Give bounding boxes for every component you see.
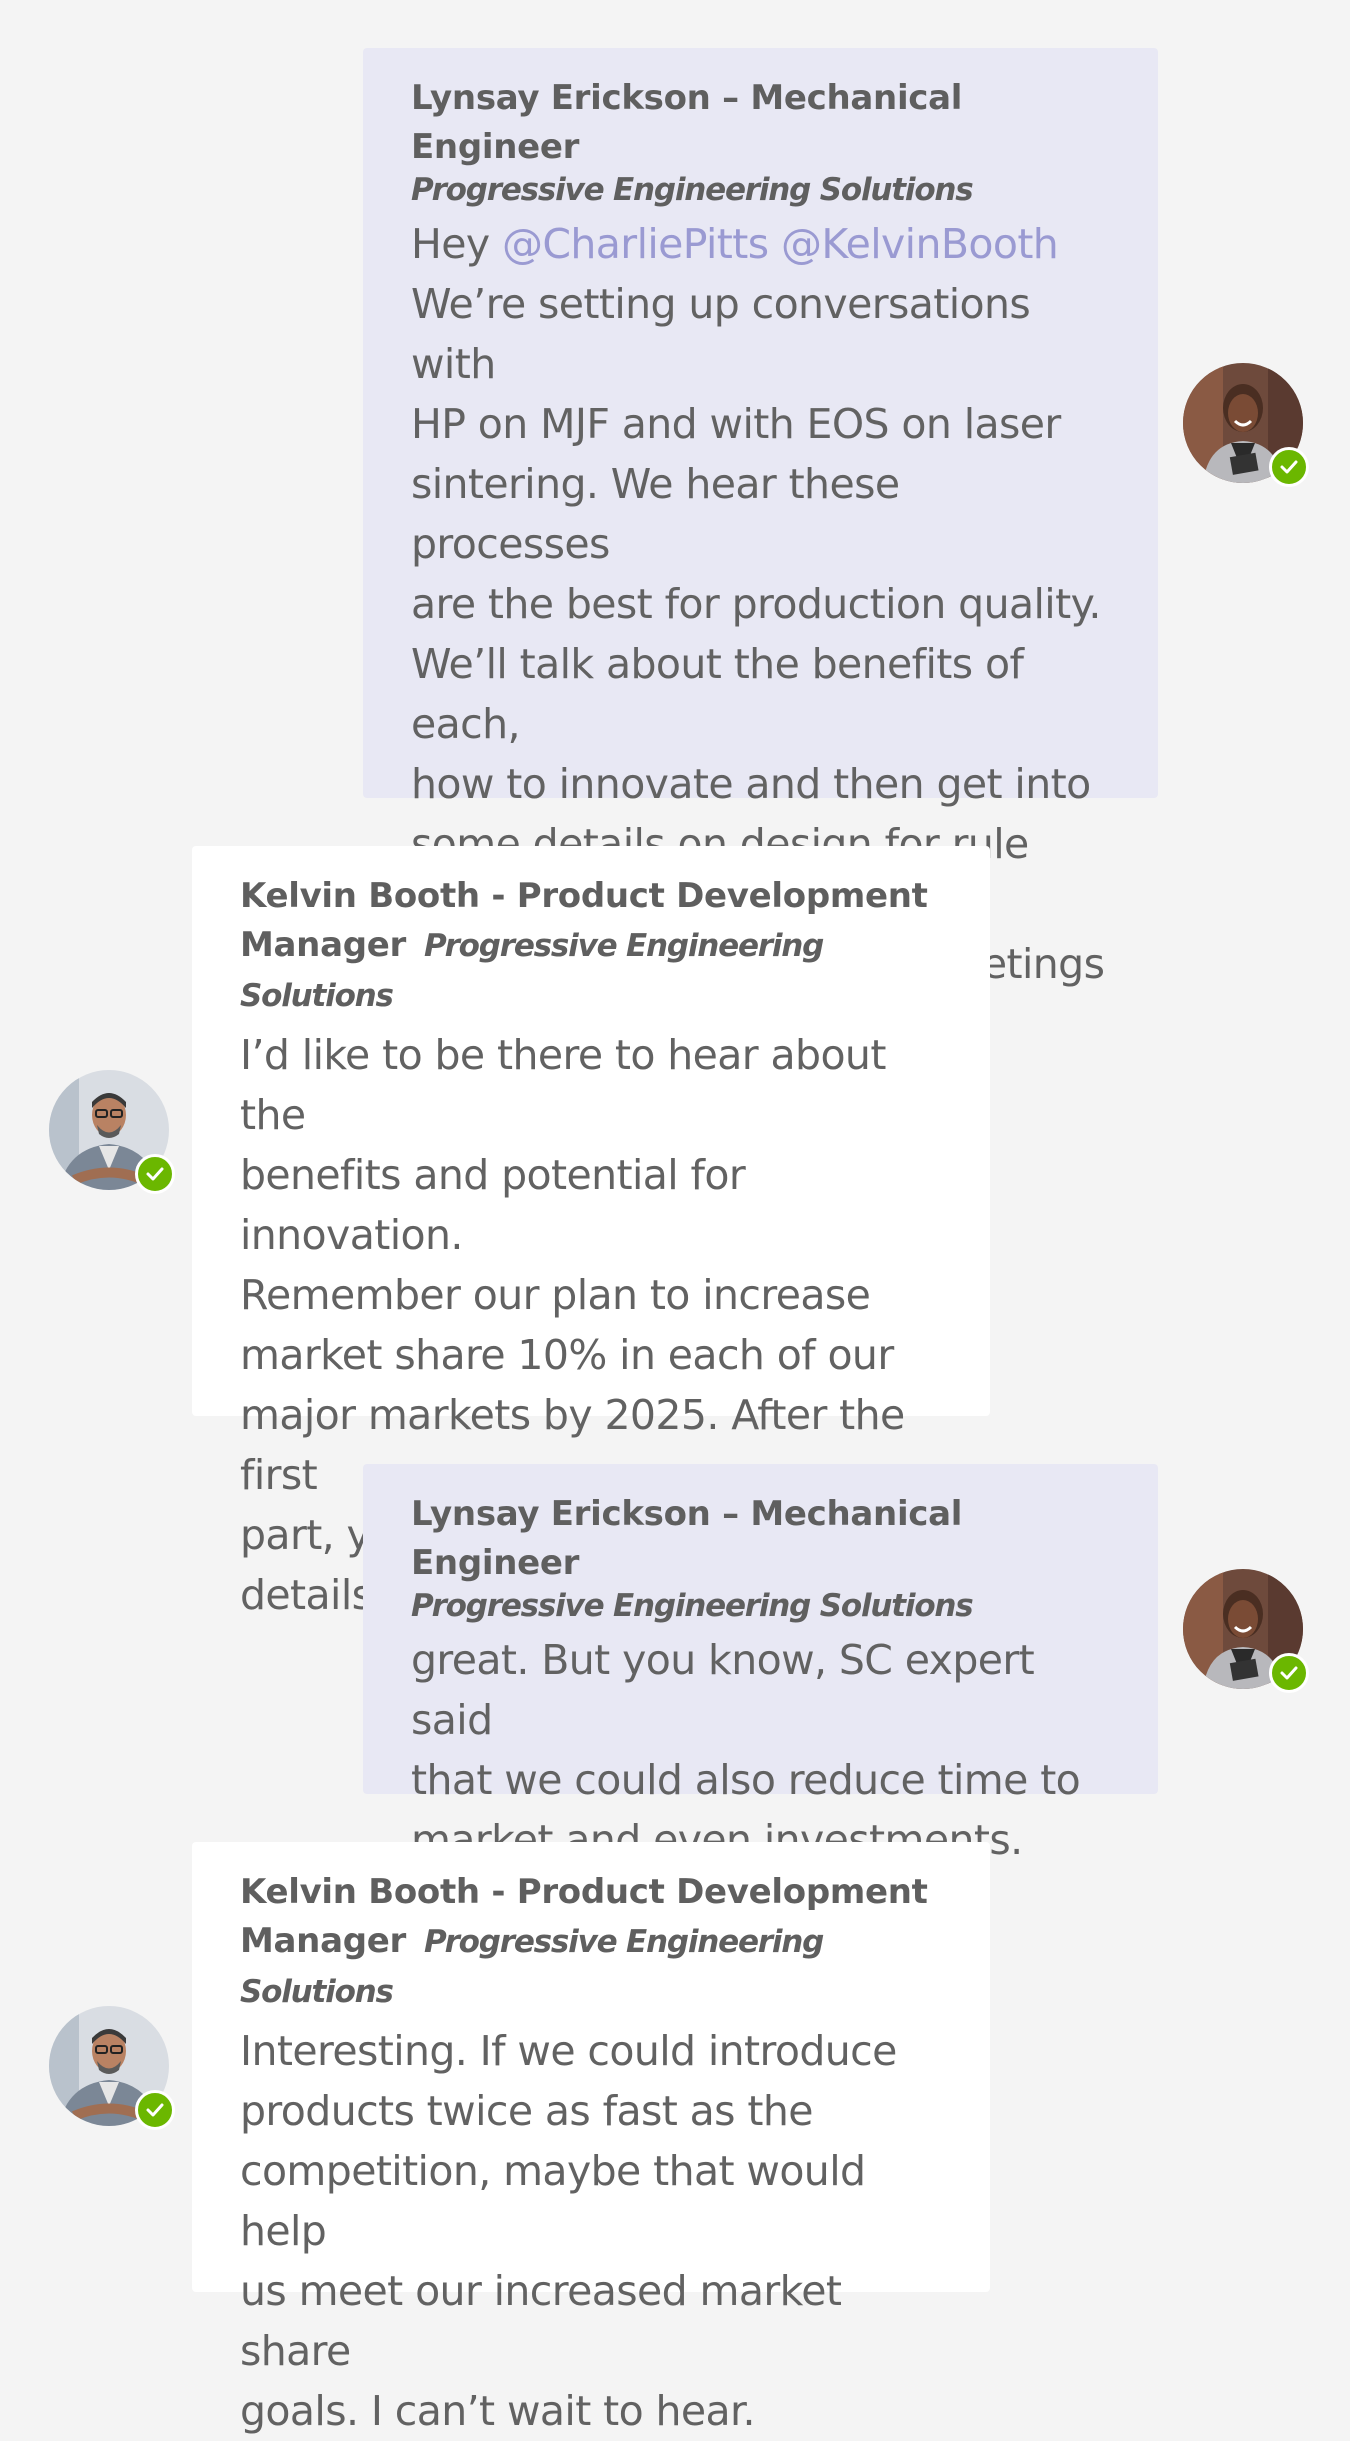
message-text: Interesting. If we could introduce produ…: [240, 2021, 942, 2441]
message-line: HP on MJF and with EOS on laser: [411, 400, 1061, 448]
mention-charlie-pitts[interactable]: @CharliePitts: [502, 220, 769, 268]
message-bubble-lynsay-2[interactable]: Lynsay Erickson – Mechanical Engineer Pr…: [363, 1464, 1158, 1864]
message-line: benefits and potential for innovation.: [240, 1151, 746, 1259]
message-line: competition, maybe that would help: [240, 2147, 866, 2255]
message-text: great. But you know, SC expert said that…: [411, 1630, 1110, 1870]
sender-name-line2: Manager Progressive Engineering Solutions: [240, 925, 824, 1014]
message-line: us meet our increased market share: [240, 2267, 842, 2375]
message-line: how to innovate and then get into: [411, 760, 1091, 808]
message-line: Remember our plan to increase: [240, 1271, 871, 1319]
message-line: We’re setting up conversations with: [411, 280, 1031, 388]
available-check-icon: [1269, 447, 1309, 487]
available-check-icon: [1269, 1653, 1309, 1693]
message-bubble-kelvin-2[interactable]: Kelvin Booth - Product Development Manag…: [192, 1842, 990, 2435]
message-line: are the best for production quality.: [411, 580, 1101, 628]
sender-name: Kelvin Booth - Product Development: [240, 876, 928, 916]
available-check-icon: [135, 1154, 175, 1194]
avatar-kelvin-booth[interactable]: [49, 2006, 175, 2130]
sender-company: Progressive Engineering Solutions: [411, 172, 974, 208]
avatar-kelvin-booth[interactable]: [49, 1070, 175, 1194]
greeting: Hey: [411, 220, 490, 268]
message-bubble-kelvin-1[interactable]: Kelvin Booth - Product Development Manag…: [192, 846, 990, 1619]
avatar-lynsay-erickson[interactable]: [1183, 1569, 1309, 1693]
sender-name: Lynsay Erickson – Mechanical Engineer: [411, 78, 963, 167]
sender-name-line2: Manager Progressive Engineering Solutions: [240, 1921, 824, 2010]
message-line: sintering. We hear these processes: [411, 460, 900, 568]
sender-name: Lynsay Erickson – Mechanical Engineer: [411, 1494, 963, 1583]
avatar-lynsay-erickson[interactable]: [1183, 363, 1309, 487]
mention-kelvin-booth[interactable]: @KelvinBooth: [781, 220, 1059, 268]
message-line: that we could also reduce time to: [411, 1756, 1081, 1804]
message-line: We’ll talk about the benefits of each,: [411, 640, 1024, 748]
message-line: market share 10% in each of our: [240, 1331, 894, 1379]
message-line: products twice as fast as the: [240, 2087, 813, 2135]
sender-company: Progressive Engineering Solutions: [411, 1588, 974, 1624]
message-bubble-lynsay-1[interactable]: Lynsay Erickson – Mechanical Engineer Pr…: [363, 48, 1158, 1048]
sender-name: Kelvin Booth - Product Development: [240, 1872, 928, 1912]
message-line: Hey @CharliePitts @KelvinBooth: [411, 214, 1110, 274]
message-line: Interesting. If we could introduce: [240, 2027, 897, 2075]
available-check-icon: [135, 2090, 175, 2130]
message-line: I’d like to be there to hear about the: [240, 1031, 886, 1139]
message-line: great. But you know, SC expert said: [411, 1636, 1035, 1744]
message-line: goals. I can’t wait to hear.: [240, 2387, 756, 2435]
